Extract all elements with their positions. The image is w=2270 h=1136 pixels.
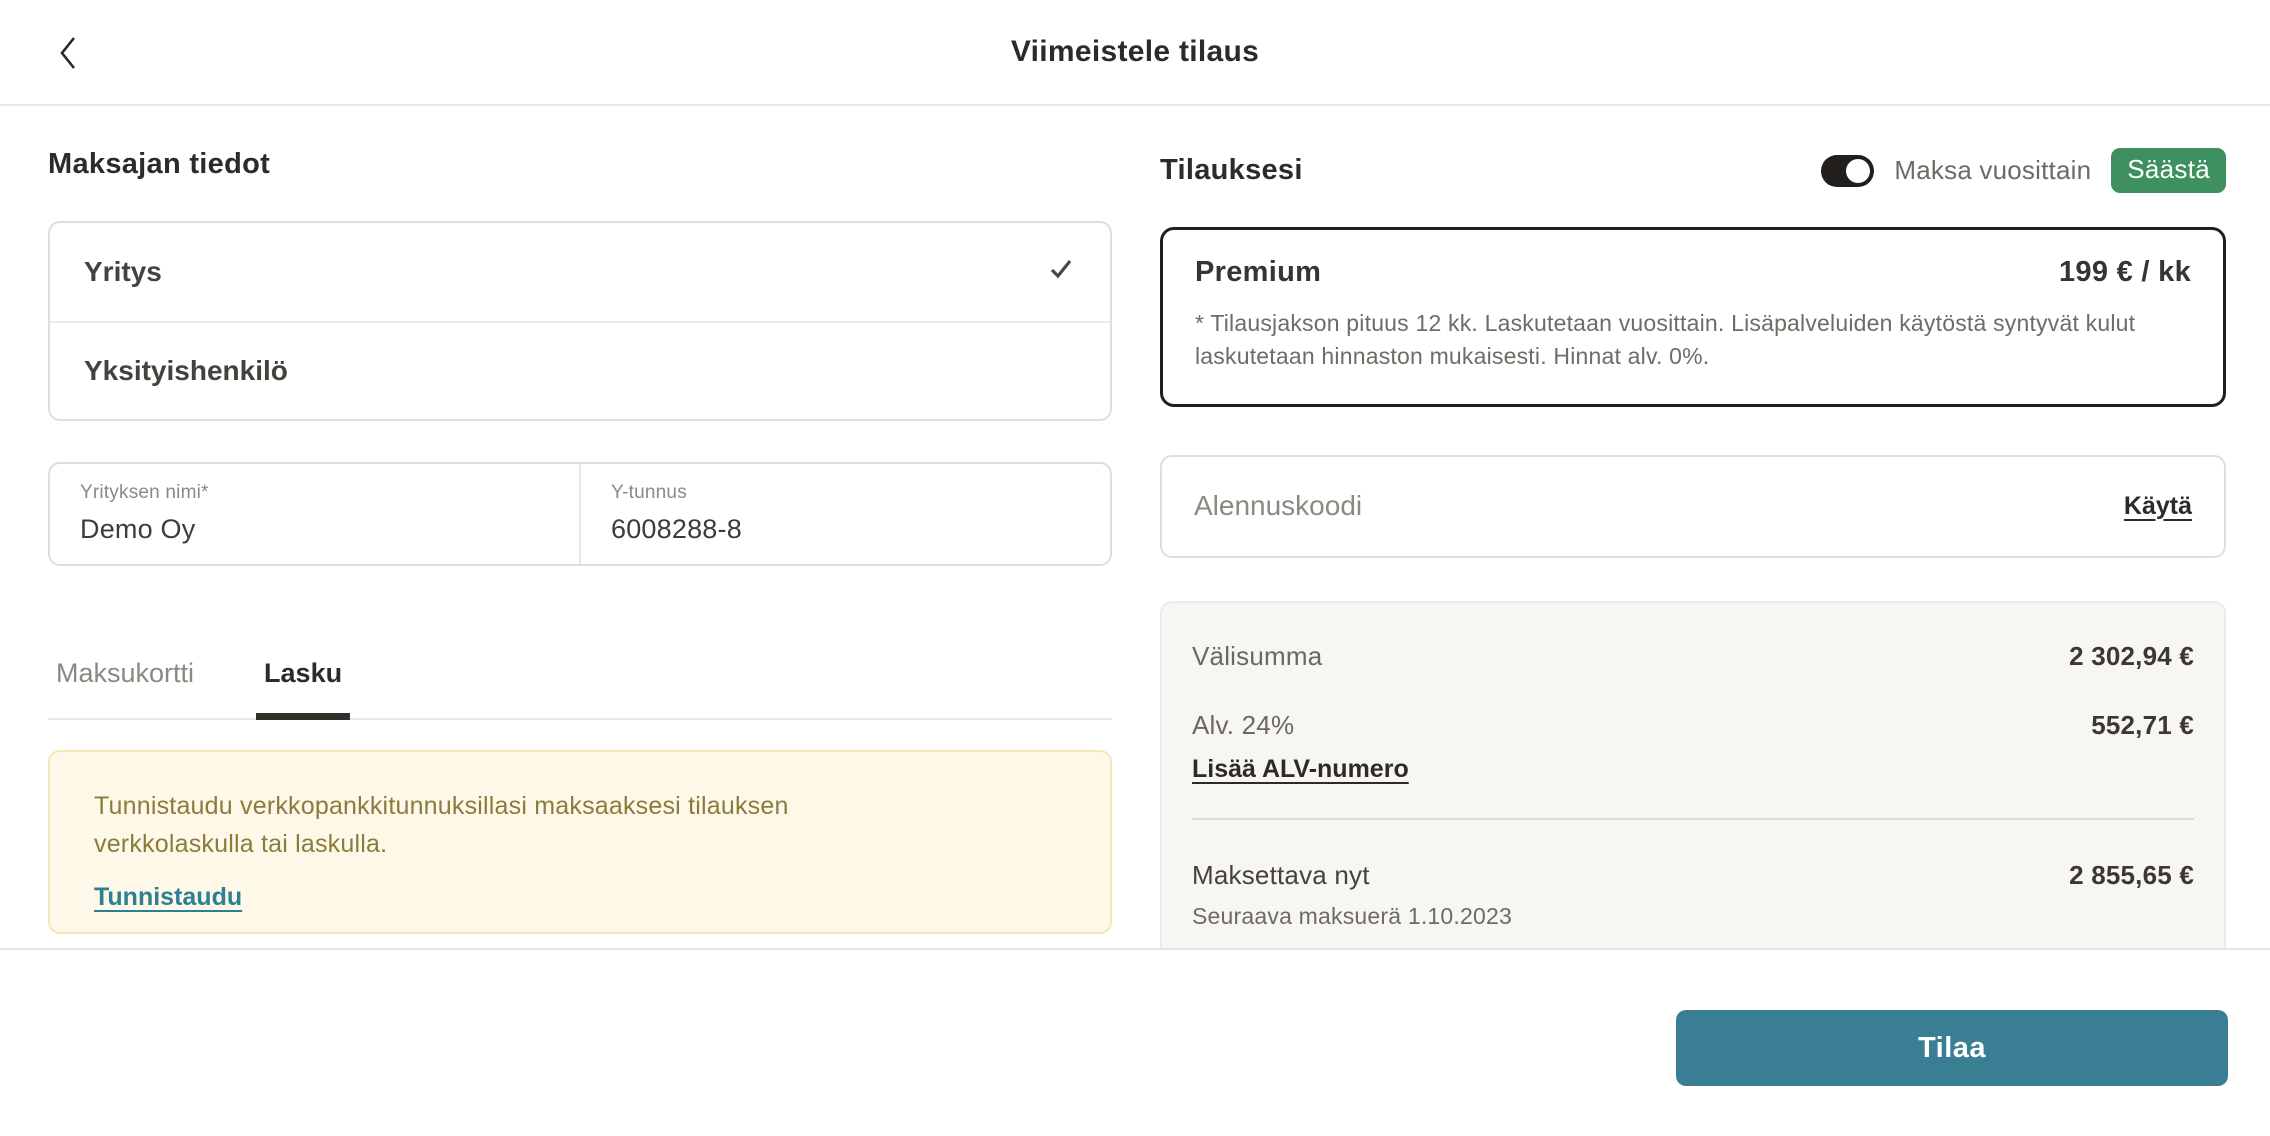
option-yritys[interactable]: Yritys: [50, 223, 1110, 321]
summary-divider: [1192, 818, 2194, 820]
company-name-field[interactable]: Yrityksen nimi* Demo Oy: [50, 464, 579, 564]
payer-fields: Yrityksen nimi* Demo Oy Y-tunnus 6008288…: [48, 462, 1112, 566]
header: Viimeistele tilaus: [0, 0, 2270, 106]
payer-heading: Maksajan tiedot: [48, 148, 1112, 181]
payer-section: Maksajan tiedot Yritys Yksityishenkilö Y…: [48, 106, 1112, 934]
checkout-page: Viimeistele tilaus Maksajan tiedot Yrity…: [0, 0, 2270, 1136]
due-value: 2 855,65 €: [2069, 860, 2194, 891]
invoice-notice: Tunnistaudu verkkopankkitunnuksillasi ma…: [48, 750, 1112, 934]
business-id-label: Y-tunnus: [611, 482, 1110, 504]
company-name-label: Yrityksen nimi*: [80, 482, 579, 504]
vat-row: Alv. 24% 552,71 €: [1192, 710, 2194, 741]
subtotal-label: Välisumma: [1192, 641, 1322, 672]
order-section: Tilauksesi Maksa vuosittain Säästä Premi…: [1160, 106, 2226, 966]
tunnistaudu-link[interactable]: Tunnistaudu: [94, 883, 242, 912]
order-header: Tilauksesi Maksa vuosittain Säästä: [1160, 148, 2226, 193]
plan-price: 199 € / kk: [2059, 256, 2191, 289]
option-yksityishenkilo-label: Yksityishenkilö: [84, 355, 288, 387]
content: Maksajan tiedot Yritys Yksityishenkilö Y…: [0, 106, 2270, 948]
plan-name: Premium: [1195, 256, 1321, 289]
plan-card: Premium 199 € / kk * Tilausjakson pituus…: [1160, 227, 2226, 407]
next-payment-text: Seuraava maksuerä 1.10.2023: [1192, 903, 2194, 930]
plan-card-header: Premium 199 € / kk: [1195, 256, 2191, 289]
footer: Tilaa: [0, 948, 2270, 1136]
due-label: Maksettava nyt: [1192, 860, 1370, 891]
discount-code-input[interactable]: [1194, 490, 2124, 522]
option-yksityishenkilo[interactable]: Yksityishenkilö: [50, 321, 1110, 419]
plan-terms: * Tilausjakson pituus 12 kk. Laskutetaan…: [1195, 307, 2191, 374]
subtotal-row: Välisumma 2 302,94 €: [1192, 641, 2194, 672]
billing-controls: Maksa vuosittain Säästä: [1821, 148, 2226, 193]
submit-order-button[interactable]: Tilaa: [1676, 1010, 2228, 1086]
tab-maksukortti[interactable]: Maksukortti: [48, 658, 202, 718]
invoice-notice-text: Tunnistaudu verkkopankkitunnuksillasi ma…: [94, 788, 939, 863]
due-row: Maksettava nyt 2 855,65 €: [1192, 860, 2194, 891]
payment-method-tabs: Maksukortti Lasku: [48, 658, 1112, 720]
vat-value: 552,71 €: [2091, 710, 2194, 741]
toggle-knob-icon: [1846, 159, 1870, 183]
check-icon: [1044, 253, 1076, 292]
vat-label: Alv. 24%: [1192, 710, 1294, 741]
order-heading: Tilauksesi: [1160, 154, 1303, 187]
order-summary: Välisumma 2 302,94 € Alv. 24% 552,71 € L…: [1160, 601, 2226, 966]
payer-type-selector: Yritys Yksityishenkilö: [48, 221, 1112, 421]
apply-discount-link[interactable]: Käytä: [2124, 492, 2192, 521]
save-badge: Säästä: [2111, 148, 2226, 193]
annual-billing-toggle[interactable]: [1821, 155, 1874, 187]
tab-lasku[interactable]: Lasku: [256, 658, 350, 720]
business-id-field[interactable]: Y-tunnus 6008288-8: [579, 464, 1110, 564]
annual-billing-label: Maksa vuosittain: [1894, 155, 2091, 186]
add-vat-number-link[interactable]: Lisää ALV-numero: [1192, 755, 1409, 784]
subtotal-value: 2 302,94 €: [2069, 641, 2194, 672]
page-title: Viimeistele tilaus: [0, 0, 2270, 104]
option-yritys-label: Yritys: [84, 256, 162, 288]
discount-code-box: Käytä: [1160, 455, 2226, 558]
business-id-value[interactable]: 6008288-8: [611, 514, 1110, 545]
company-name-value[interactable]: Demo Oy: [80, 514, 579, 545]
